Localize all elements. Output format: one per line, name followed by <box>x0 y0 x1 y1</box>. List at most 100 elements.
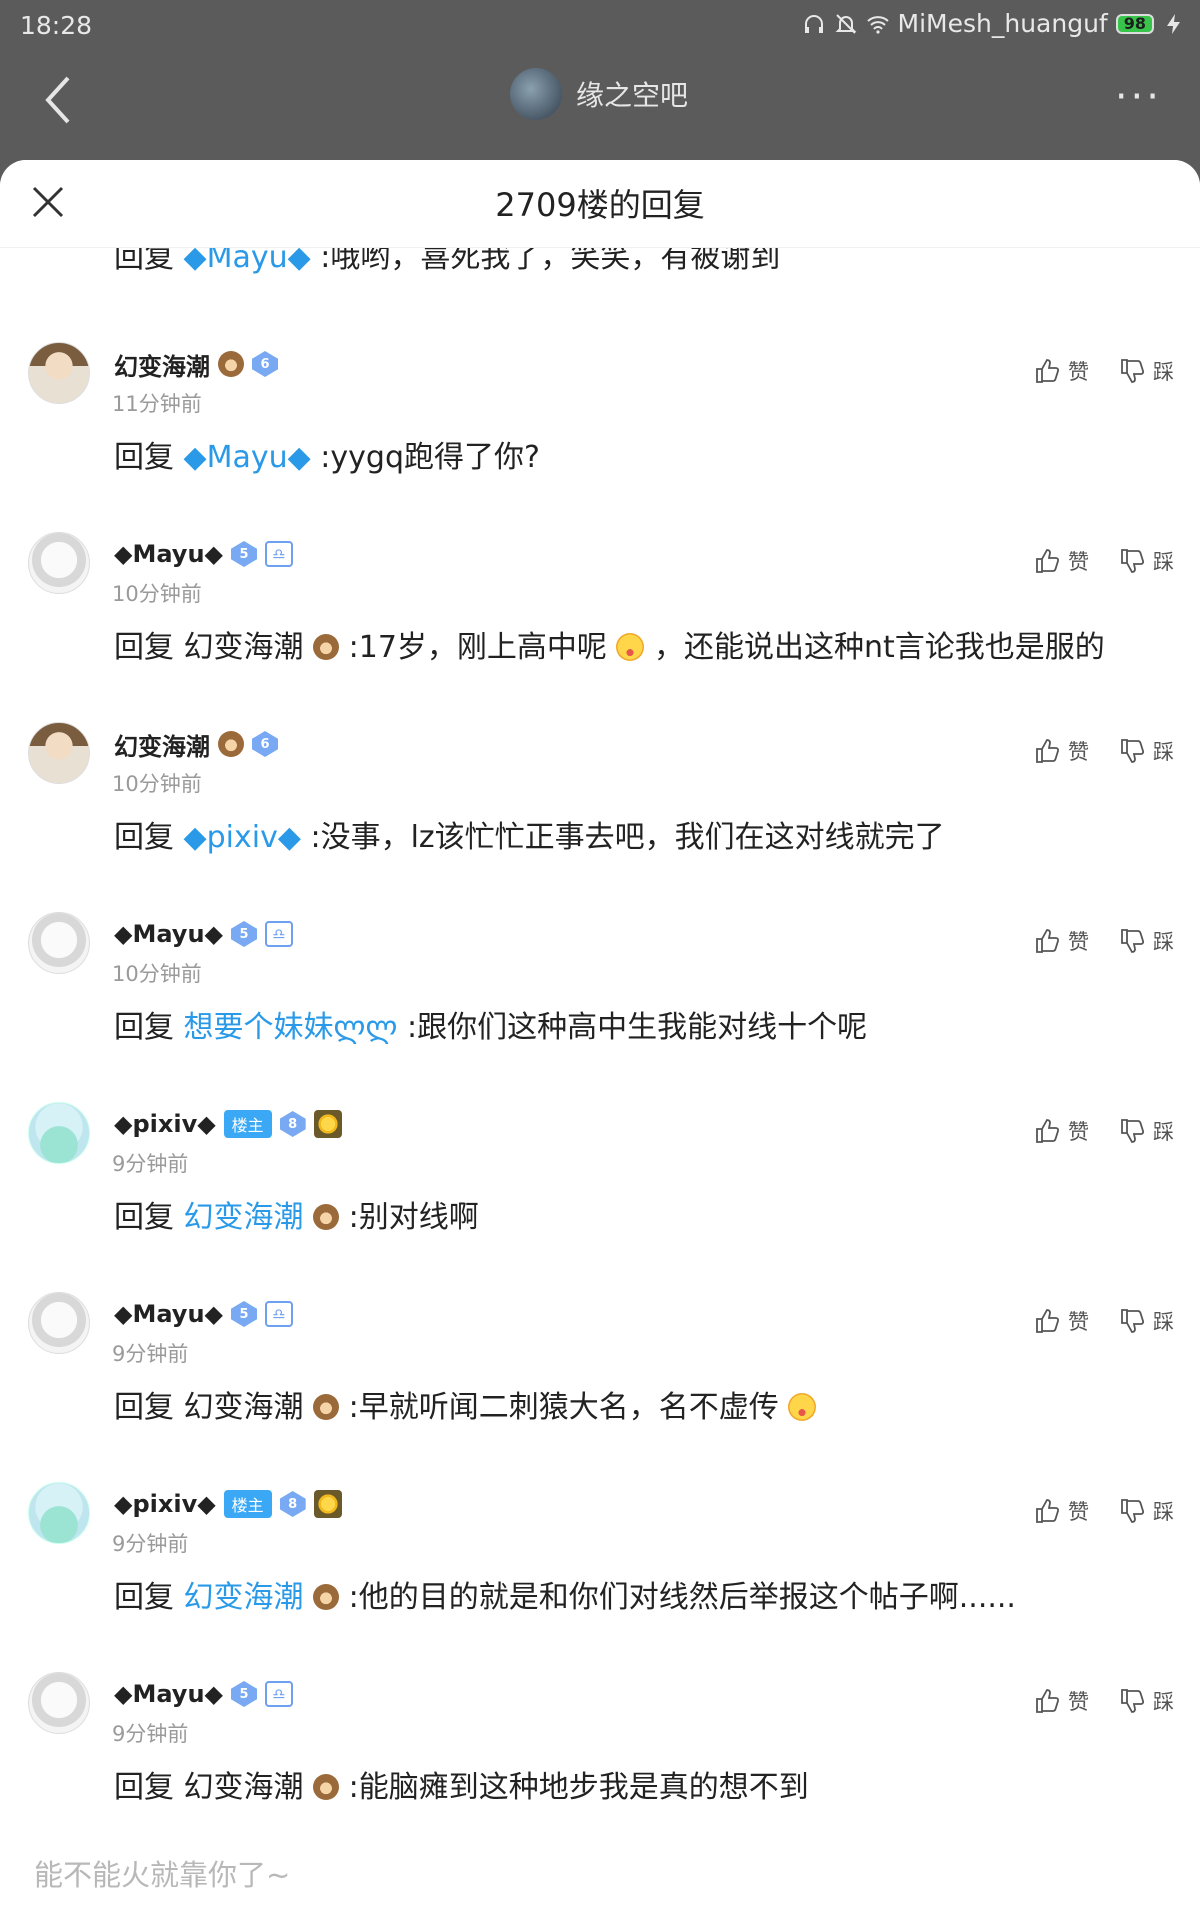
like-label: 赞 <box>1068 1500 1089 1524</box>
dislike-label: 踩 <box>1153 360 1174 384</box>
monkey-icon <box>313 1204 340 1230</box>
user-row: ◆pixiv◆ 楼主 8 <box>114 1106 342 1142</box>
avatar[interactable] <box>28 342 90 404</box>
avatar[interactable] <box>28 1102 90 1164</box>
like-button[interactable]: 赞 <box>1034 926 1089 956</box>
thumbs-down-icon <box>1121 549 1145 573</box>
libra-badge-icon: ♎ <box>264 541 293 567</box>
like-button[interactable]: 赞 <box>1034 546 1089 576</box>
thumbs-down-icon <box>1121 739 1145 763</box>
reply-input-placeholder[interactable]: 能不能火就靠你了~ <box>34 1852 290 1894</box>
dislike-button[interactable]: 踩 <box>1119 1306 1174 1336</box>
dislike-label: 踩 <box>1153 930 1174 954</box>
dislike-button[interactable]: 踩 <box>1119 926 1174 956</box>
reply-text: :yygq跑得了你? <box>320 440 540 475</box>
thumbs-down-icon <box>1121 1309 1145 1333</box>
like-button[interactable]: 赞 <box>1034 1306 1089 1336</box>
headphones-icon <box>804 14 823 33</box>
back-arrow-icon[interactable] <box>40 70 76 130</box>
username[interactable]: ◆Mayu◆ <box>114 1680 223 1708</box>
sheet-header: 2709楼的回复 <box>0 160 1200 248</box>
dislike-label: 踩 <box>1153 1690 1174 1714</box>
avatar[interactable] <box>28 532 90 594</box>
username[interactable]: ◆Mayu◆ <box>114 1300 223 1328</box>
like-button[interactable]: 赞 <box>1034 736 1089 766</box>
user-row: ◆Mayu◆ 5 ♎ <box>114 916 293 952</box>
thumbs-up-icon <box>1036 1499 1060 1523</box>
user-row: 幻变海潮 6 <box>114 346 278 382</box>
avatar[interactable] <box>28 722 90 784</box>
reply-sheet: 2709楼的回复 回复 ◆Mayu◆ :哦哟，喜死我了，笑笑，有被谢到 幻变海潮… <box>0 160 1200 1920</box>
smile-emoji-icon <box>616 633 645 661</box>
avatar[interactable] <box>28 1672 90 1734</box>
level-badge: 5 <box>230 1681 257 1707</box>
reply-target-link[interactable]: 幻变海潮 <box>184 1770 304 1805</box>
reply-content: 回复 幻变海潮 :17岁，刚上高中呢 ，还能说出这种nt言论我也是服的 <box>114 622 1105 666</box>
reply-prefix: 回复 <box>114 1390 174 1425</box>
status-time: 18:28 <box>20 11 93 40</box>
username[interactable]: 幻变海潮 <box>114 727 210 762</box>
forum-header[interactable]: 缘之空吧 <box>510 68 688 120</box>
thumbs-up-icon <box>1036 1119 1060 1143</box>
reply-content: 回复 ◆Mayu◆ :yygq跑得了你? <box>114 432 540 476</box>
timestamp: 9分钟前 <box>112 1532 189 1556</box>
reply-target-link[interactable]: ◆Mayu◆ <box>184 440 311 475</box>
reply-actions: 赞 踩 <box>1034 1496 1174 1526</box>
reply-target-link[interactable]: 幻变海潮 <box>184 1580 304 1615</box>
reply-item: ◆Mayu◆ 5 ♎ 10分钟前 赞 踩 回复 想要个妹妹ლლ :跟你们这种高中… <box>0 900 1200 1090</box>
forum-name: 缘之空吧 <box>576 79 689 112</box>
reply-target-link[interactable]: 想要个妹妹ლლ <box>184 1010 398 1045</box>
timestamp: 9分钟前 <box>112 1342 189 1366</box>
reply-target-link[interactable]: 幻变海潮 <box>184 1200 304 1235</box>
app-bar: 缘之空吧 ··· <box>0 52 1200 160</box>
like-button[interactable]: 赞 <box>1034 356 1089 386</box>
avatar[interactable] <box>28 1292 90 1354</box>
user-row: 幻变海潮 6 <box>114 726 278 762</box>
dislike-button[interactable]: 踩 <box>1119 1496 1174 1526</box>
reply-target-link[interactable]: 幻变海潮 <box>184 630 304 665</box>
username[interactable]: ◆Mayu◆ <box>114 540 223 568</box>
more-menu-icon[interactable]: ··· <box>1115 74 1162 120</box>
username[interactable]: ◆Mayu◆ <box>114 920 223 948</box>
reply-input-bar[interactable]: 能不能火就靠你了~ <box>0 1830 1200 1920</box>
monkey-icon <box>313 1394 340 1420</box>
dislike-label: 踩 <box>1153 740 1174 764</box>
like-button[interactable]: 赞 <box>1034 1116 1089 1146</box>
status-icons: MiMesh_huanguf 98 <box>802 9 1186 38</box>
timestamp: 10分钟前 <box>112 772 202 796</box>
dislike-button[interactable]: 踩 <box>1119 546 1174 576</box>
dislike-button[interactable]: 踩 <box>1119 736 1174 766</box>
level-badge: 5 <box>230 541 257 567</box>
level-badge: 6 <box>252 351 278 377</box>
dislike-button[interactable]: 踩 <box>1119 1686 1174 1716</box>
reply-target-link[interactable]: ◆pixiv◆ <box>184 820 301 855</box>
reply-item: ◆pixiv◆ 楼主 8 9分钟前 赞 踩 回复 幻变海潮 <box>0 1470 1200 1660</box>
reply-item: ◆Mayu◆ 5 ♎ 9分钟前 赞 踩 回复 幻变海潮 :能脑瘫到这种地步我是真… <box>0 1660 1200 1850</box>
reply-target-link[interactable]: 幻变海潮 <box>184 1390 304 1425</box>
like-button[interactable]: 赞 <box>1034 1496 1089 1526</box>
monkey-icon <box>313 1774 340 1800</box>
timestamp: 9分钟前 <box>112 1722 189 1746</box>
username[interactable]: ◆pixiv◆ <box>114 1110 216 1138</box>
dislike-label: 踩 <box>1153 1500 1174 1524</box>
like-label: 赞 <box>1068 1120 1089 1144</box>
avatar[interactable] <box>28 912 90 974</box>
dislike-button[interactable]: 踩 <box>1119 356 1174 386</box>
user-row: ◆Mayu◆ 5 ♎ <box>114 536 293 572</box>
username[interactable]: 幻变海潮 <box>114 347 210 382</box>
avatar[interactable] <box>28 1482 90 1544</box>
network-name: MiMesh_huanguf <box>897 9 1108 38</box>
like-label: 赞 <box>1068 1310 1089 1334</box>
dislike-button[interactable]: 踩 <box>1119 1116 1174 1146</box>
reply-text: :17岁，刚上高中呢 <box>348 630 607 665</box>
thumbs-down-icon <box>1121 1689 1145 1713</box>
reply-content: 回复 ◆pixiv◆ :没事，lz该忙忙正事去吧，我们在这对线就完了 <box>114 812 945 856</box>
like-button[interactable]: 赞 <box>1034 1686 1089 1716</box>
reply-prefix: 回复 <box>114 1580 174 1615</box>
reply-text: :能脑瘫到这种地步我是真的想不到 <box>348 1770 809 1805</box>
username[interactable]: ◆pixiv◆ <box>114 1490 216 1518</box>
dislike-label: 踩 <box>1153 1120 1174 1144</box>
op-badge: 楼主 <box>223 1490 272 1518</box>
dislike-label: 踩 <box>1153 1310 1174 1334</box>
level-badge: 8 <box>279 1111 306 1137</box>
